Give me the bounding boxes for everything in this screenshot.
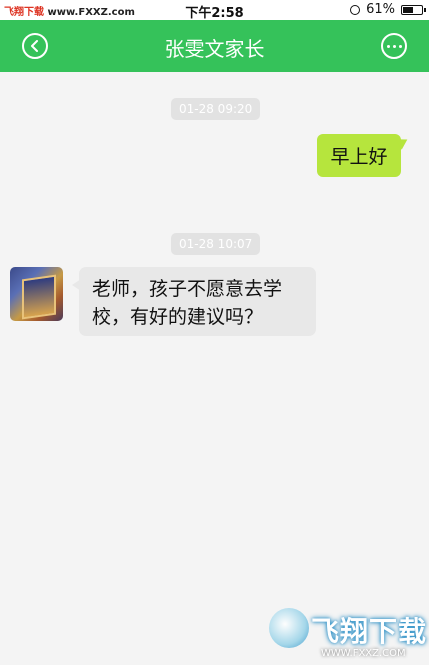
nav-bar: 张雯文家长	[0, 20, 429, 72]
message-text-line: 老师，孩子不愿意去学	[92, 278, 283, 300]
more-button[interactable]	[381, 33, 407, 59]
watermark-logo: 飞翔下载 WWW.FXXZ.COM	[259, 604, 429, 665]
rotation-lock-icon	[350, 4, 361, 15]
watermark-brand-text: 飞翔下载	[311, 615, 428, 648]
outgoing-message-bubble[interactable]: 早上好	[317, 134, 401, 177]
message-timestamp: 01-28 10:07	[171, 233, 261, 255]
incoming-message-bubble[interactable]: 老师，孩子不愿意去学 校，有好的建议吗？	[72, 267, 316, 336]
watermark-url-text: WWW.FXXZ.COM	[321, 648, 406, 659]
avatar[interactable]	[10, 267, 63, 321]
status-right: 61%	[350, 2, 426, 17]
battery-percent: 61%	[366, 2, 395, 17]
status-bar: 飞翔下载 www.FXXZ.com 下午2:58 61%	[0, 0, 429, 21]
more-horizontal-icon	[386, 44, 402, 48]
battery-icon	[401, 4, 426, 15]
message-text-line: 校，有好的建议吗？	[92, 306, 264, 328]
page-title: 张雯文家长	[164, 37, 265, 61]
brand-logo-icon	[269, 608, 309, 648]
message-timestamp: 01-28 09:20	[171, 98, 261, 120]
